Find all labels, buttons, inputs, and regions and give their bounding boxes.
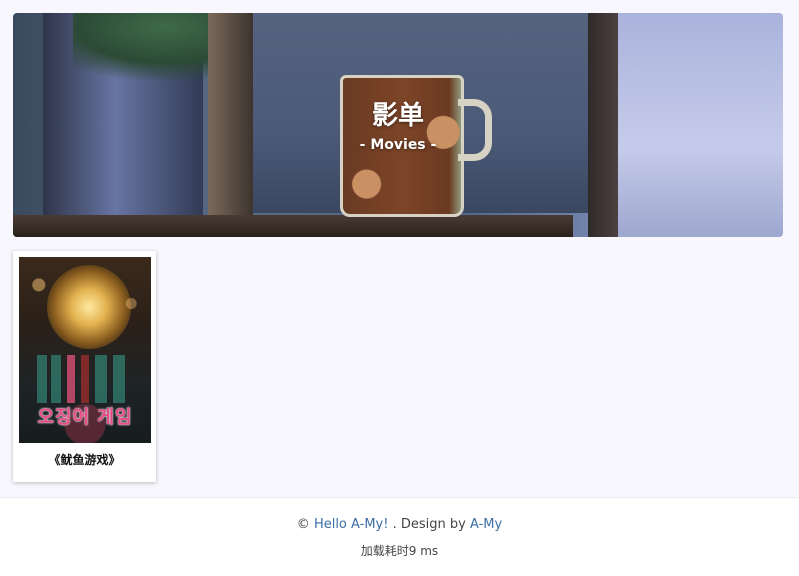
design-by-text: . Design by xyxy=(392,517,466,532)
footer: © Hello A-My! . Design by A-My 加载耗时9 ms xyxy=(0,497,799,576)
poster-figures xyxy=(29,355,141,403)
hello-link[interactable]: Hello A-My! xyxy=(314,517,389,532)
movie-card[interactable]: 오징어 게임 《鱿鱼游戏》 xyxy=(13,251,156,482)
load-time: 加载耗时9 ms xyxy=(360,544,439,558)
footer-credits: © Hello A-My! . Design by A-My xyxy=(0,517,799,532)
copyright-symbol: © xyxy=(296,517,310,532)
author-link[interactable]: A-My xyxy=(470,517,502,532)
page-title: 影单 xyxy=(371,101,424,131)
movie-poster[interactable]: 오징어 게임 xyxy=(19,257,151,443)
banner-shelf xyxy=(13,215,573,237)
page-subtitle: - Movies - xyxy=(359,137,437,153)
movie-title[interactable]: 《鱿鱼游戏》 xyxy=(13,451,156,468)
poster-logo: 오징어 게임 xyxy=(37,407,133,428)
header-banner: 影单 - Movies - xyxy=(13,13,783,237)
